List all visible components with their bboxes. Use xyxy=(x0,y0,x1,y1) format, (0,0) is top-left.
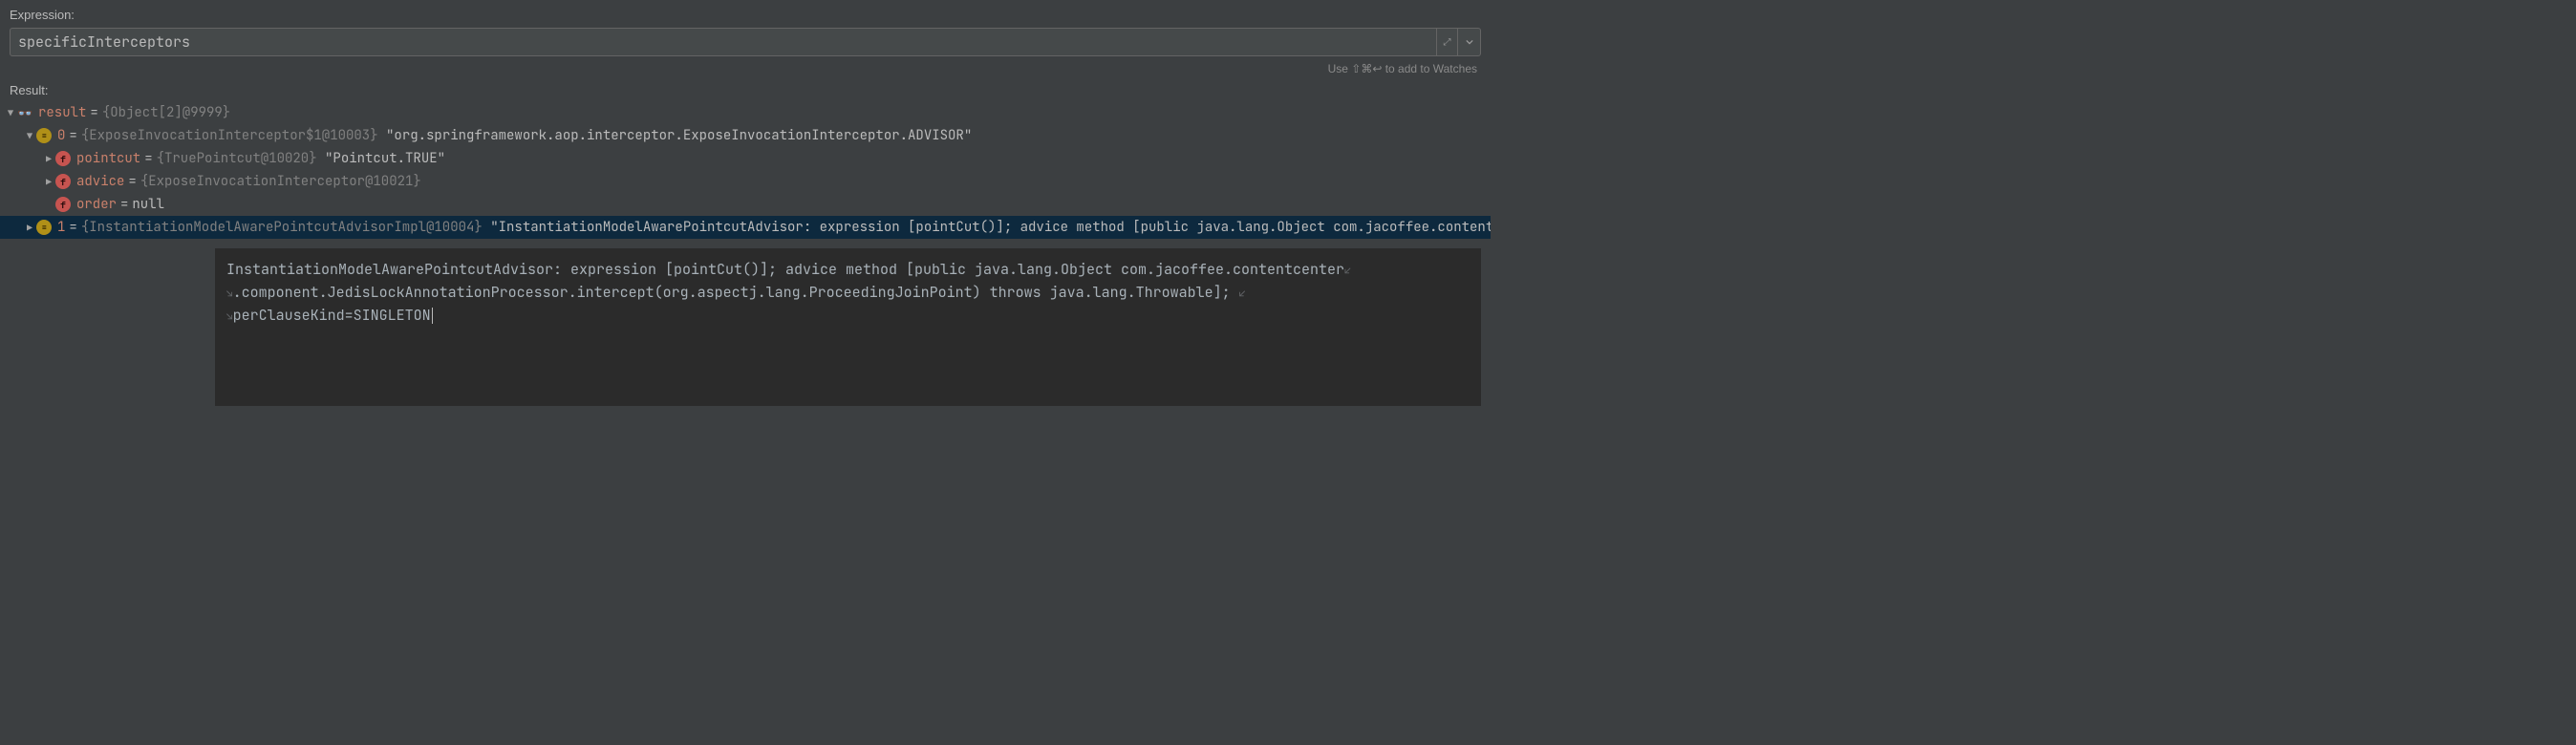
equals-sep: = xyxy=(69,127,76,144)
var-type: {ExposeInvocationInterceptor@10021} xyxy=(140,173,421,190)
field-icon: f xyxy=(55,174,71,189)
tree-row-result[interactable]: ▼ 👓 result = {Object[2]@9999} xyxy=(0,101,1491,124)
var-value: null xyxy=(132,196,164,213)
expand-arrow-icon[interactable]: ▶ xyxy=(42,176,55,188)
var-name: advice xyxy=(76,173,124,190)
var-tostring: "org.springframework.aop.interceptor.Exp… xyxy=(386,127,972,144)
var-name: 0 xyxy=(57,127,65,144)
expand-arrow-icon[interactable]: ▶ xyxy=(42,153,55,165)
var-tostring: "InstantiationModelAwarePointcutAdvisor:… xyxy=(490,219,1491,236)
collapse-arrow-icon[interactable]: ▼ xyxy=(23,130,36,142)
expand-icon: ⤢ xyxy=(1444,37,1451,48)
var-name: 1 xyxy=(57,219,65,236)
collapse-arrow-icon[interactable]: ▼ xyxy=(4,107,17,119)
history-dropdown-button[interactable] xyxy=(1458,28,1481,56)
field-icon: f xyxy=(55,197,71,212)
expand-arrow-icon[interactable]: ▶ xyxy=(23,222,36,234)
var-name: pointcut xyxy=(76,150,140,167)
equals-sep: = xyxy=(128,173,136,190)
var-tostring: "Pointcut.TRUE" xyxy=(325,150,445,167)
chevron-down-icon xyxy=(1466,38,1473,46)
tree-row-item-0[interactable]: ▼ ≡ 0 = {ExposeInvocationInterceptor$1@1… xyxy=(0,124,1491,147)
text-caret xyxy=(432,308,433,324)
var-type: {InstantiationModelAwarePointcutAdvisorI… xyxy=(81,219,483,236)
result-label: Result: xyxy=(10,83,1481,97)
tree-row-advice[interactable]: ▶ f advice = {ExposeInvocationIntercepto… xyxy=(0,170,1491,193)
expression-label: Expression: xyxy=(10,8,1481,22)
tree-row-pointcut[interactable]: ▶ f pointcut = {TruePointcut@10020} "Poi… xyxy=(0,147,1491,170)
value-detail-pane[interactable]: InstantiationModelAwarePointcutAdvisor: … xyxy=(215,248,1481,406)
var-type: {TruePointcut@10020} xyxy=(157,150,317,167)
watch-icon: 👓 xyxy=(17,105,32,121)
array-element-icon: ≡ xyxy=(36,220,52,235)
detail-line-2: .component.JedisLockAnnotationProcessor.… xyxy=(233,283,1239,302)
soft-wrap-icon: ↙ xyxy=(1344,265,1351,278)
array-element-icon: ≡ xyxy=(36,128,52,143)
var-name: result xyxy=(38,104,86,121)
tree-row-order[interactable]: f order = null xyxy=(0,193,1491,216)
soft-wrap-icon: ↙ xyxy=(1239,287,1246,301)
field-icon: f xyxy=(55,151,71,166)
var-value: {Object[2]@9999} xyxy=(102,104,230,121)
tree-row-item-1[interactable]: ▶ ≡ 1 = {InstantiationModelAwarePointcut… xyxy=(0,216,1491,239)
equals-sep: = xyxy=(69,219,76,236)
var-type: {ExposeInvocationInterceptor$1@10003} xyxy=(81,127,378,144)
var-name: order xyxy=(76,196,117,213)
expand-editor-button[interactable]: ⤢ xyxy=(1437,28,1458,56)
expression-input[interactable] xyxy=(18,32,1428,52)
equals-sep: = xyxy=(120,196,128,213)
expression-input-wrap[interactable] xyxy=(10,28,1437,56)
soft-wrap-icon: ↘ xyxy=(226,287,233,301)
detail-line-1: InstantiationModelAwarePointcutAdvisor: … xyxy=(226,260,1344,279)
equals-sep: = xyxy=(90,104,97,121)
equals-sep: = xyxy=(144,150,152,167)
detail-line-3: perClauseKind=SINGLETON xyxy=(233,306,431,325)
soft-wrap-icon: ↘ xyxy=(226,310,233,324)
add-to-watches-hint: Use ⇧⌘↩ to add to Watches xyxy=(10,56,1481,79)
